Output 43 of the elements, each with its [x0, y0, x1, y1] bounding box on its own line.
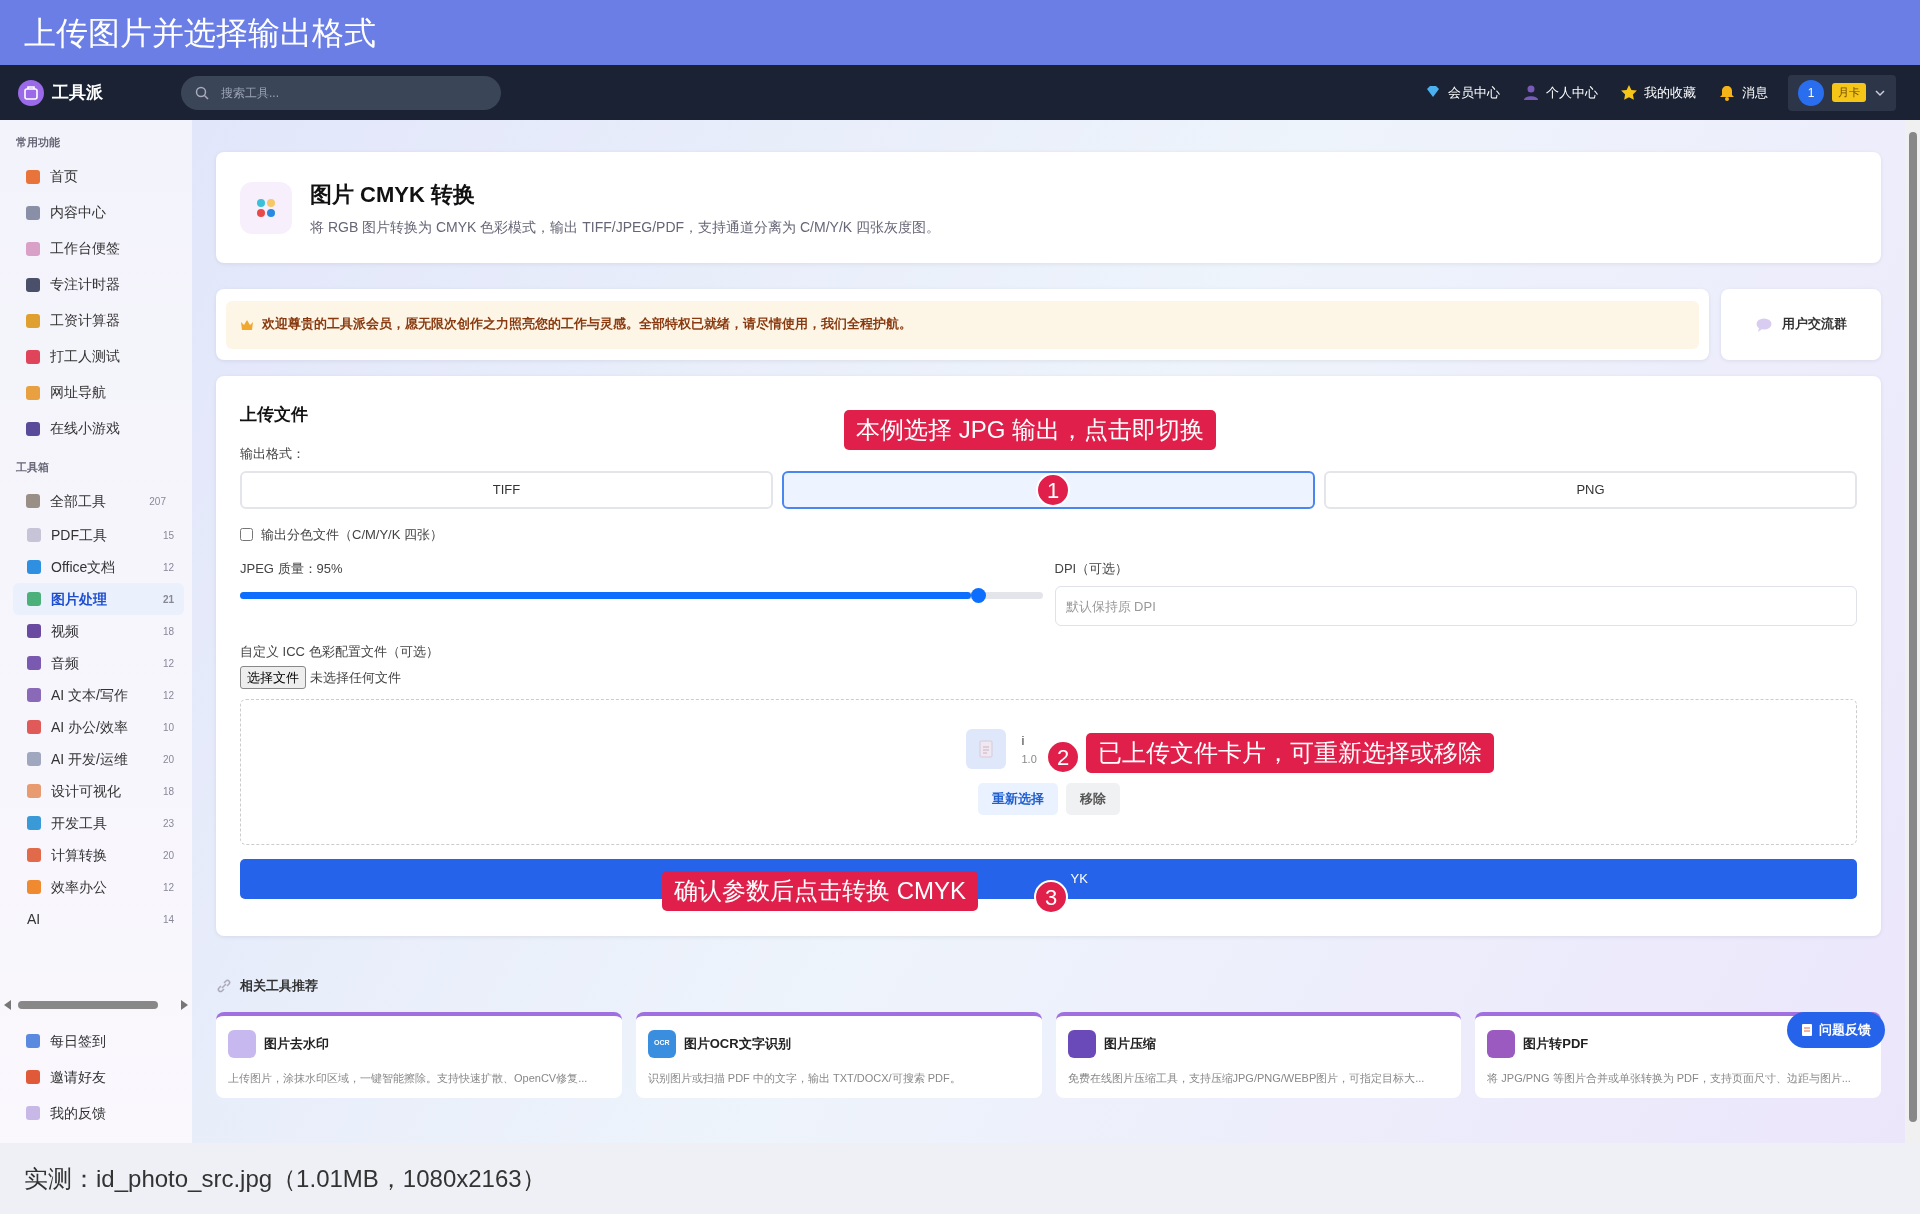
card-description: 识别图片或扫描 PDF 中的文字，输出 TXT/DOCX/可搜索 PDF。 — [647, 1070, 962, 1086]
user-avatar: 1 — [1798, 79, 1824, 106]
item-count: 20 — [162, 848, 174, 863]
card-description: 免费在线图片压缩工具，支持压缩JPG/PNG/WEBP图片，可指定目标大... — [1067, 1070, 1426, 1086]
field-label: 自定义 ICC 色彩配置文件（可选） — [240, 643, 440, 661]
file-status: 未选择任何文件 — [310, 668, 401, 687]
item-count: 12 — [162, 656, 174, 671]
item-count: 14 — [162, 912, 174, 927]
callout-tooltip: 本例选择 JPG 输出，点击即切换 — [844, 410, 1216, 450]
tool-description: 将 RGB 图片转换为 CMYK 色彩模式，输出 TIFF/JPEG/PDF，支持通道分离为 C/M/Y/K 四张灰度图。 — [310, 217, 941, 237]
caption-title: 上传图片并选择输出格式 — [0, 0, 1920, 65]
item-count: 21 — [162, 592, 174, 607]
callout-tooltip: 已上传文件卡片，可重新选择或移除 — [1086, 733, 1494, 773]
item-count: 18 — [162, 624, 174, 639]
item-count: 10 — [162, 720, 174, 735]
item-count: 12 — [162, 880, 174, 895]
item-count: 18 — [162, 784, 174, 799]
card-description: 上传图片，涂抹水印区域，一键智能擦除。支持快速扩散、OpenCV修复... — [228, 1070, 589, 1086]
section-title: 工具箱 — [15, 459, 50, 475]
item-count: 12 — [162, 560, 174, 575]
section-heading: 相关工具推荐 — [240, 977, 318, 995]
checkbox-label: 输出分色文件（C/M/Y/K 四张） — [261, 526, 443, 544]
section-heading: 上传文件 — [240, 404, 309, 426]
card-title: 图片转PDF — [1523, 1034, 1589, 1053]
item-count: 15 — [162, 528, 174, 543]
item-count: 23 — [162, 816, 174, 831]
card-title: 图片OCR文字识别 — [683, 1034, 791, 1053]
card-title: 图片去水印 — [264, 1034, 329, 1053]
item-count: 12 — [162, 688, 174, 703]
tool-title: 图片 CMYK 转换 — [310, 180, 476, 209]
section-title: 常用功能 — [15, 135, 61, 150]
callout-tooltip: 确认参数后点击转换 CMYK — [662, 871, 978, 911]
quality-label: JPEG 质量：95% — [240, 559, 344, 578]
notice-text: 欢迎尊贵的工具派会员，愿无限次创作之力照亮您的工作与灵感。全部特权已就绪，请尽情使用，我们全程护航。 — [262, 315, 912, 334]
file-name: i — [1021, 732, 1026, 751]
field-label: 输出格式： — [240, 444, 306, 463]
card-title: 图片压缩 — [1103, 1034, 1156, 1053]
item-count: 207 — [149, 494, 166, 509]
file-size: 1.0 — [1021, 751, 1038, 767]
card-description: 将 JPG/PNG 等图片合并或单张转换为 PDF，支持页面尺寸、边距与图片... — [1487, 1070, 1852, 1086]
field-label: DPI（可选） — [1054, 559, 1130, 578]
plan-badge: 月卡 — [1832, 83, 1866, 102]
item-count: 20 — [162, 752, 174, 767]
